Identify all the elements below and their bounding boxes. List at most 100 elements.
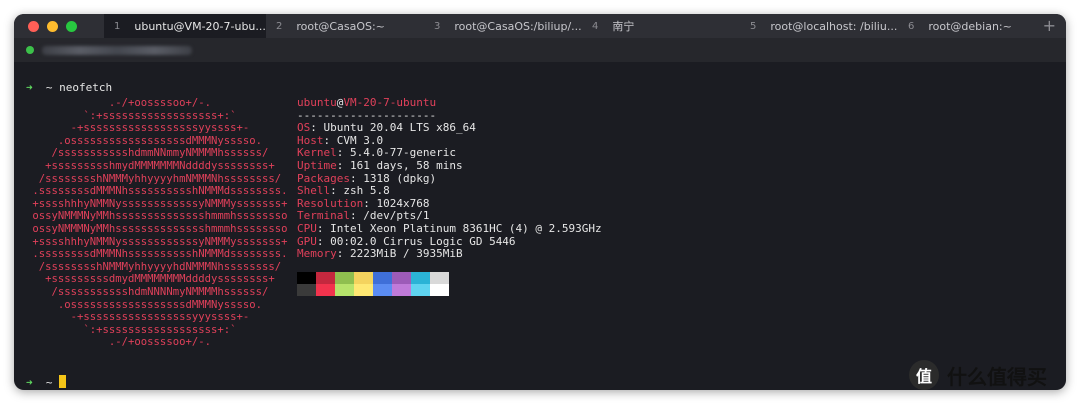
tab-title: root@debian:~	[928, 19, 1012, 33]
tab-3[interactable]: 3 root@CasaOS:/biliup/...	[424, 14, 582, 38]
tab-bar: 1 ubuntu@VM-20-7-ubu... 2 root@CasaOS:~ …	[14, 14, 1066, 38]
palette-swatch	[316, 272, 335, 284]
info-key: Packages	[297, 171, 350, 185]
palette-swatch	[430, 284, 449, 296]
palette-swatch	[373, 272, 392, 284]
logo-line: `:+ssssssssssssssssss+:`	[26, 109, 237, 122]
prompt-arrow: ➜	[26, 376, 33, 389]
prompt-arrow: ➜	[26, 81, 33, 94]
logo-line: ossyNMMMNyMMhsssssssssssssshmmmhssssssso	[26, 210, 288, 223]
logo-line: .ossssssssssssssssssdMMMNysssso.	[26, 298, 262, 311]
tab-2[interactable]: 2 root@CasaOS:~	[266, 14, 424, 38]
palette-swatch	[430, 272, 449, 284]
tab-number: 6	[908, 20, 915, 32]
tab-title: root@CasaOS:~	[296, 19, 385, 33]
minimize-button[interactable]	[47, 20, 58, 32]
tab-6[interactable]: 6 root@debian:~	[898, 14, 1038, 38]
logo-line: -+sssssssssssssssssyyyssss+-	[26, 311, 250, 324]
info-value: Ubuntu 20.04 LTS x86_64	[323, 121, 476, 135]
logo-line: /ssssssssssshdmmNNmmyNMMMMhssssss/	[26, 147, 269, 160]
smzdm-logo-icon: 值	[909, 360, 939, 390]
palette-swatch	[297, 284, 316, 296]
palette-swatch	[411, 272, 430, 284]
logo-glyph: 值	[915, 367, 932, 386]
info-key: OS	[297, 121, 311, 135]
new-tab-button[interactable]: +	[1043, 16, 1056, 35]
info-value: 5.4.0-77-generic	[350, 146, 456, 160]
info-row: Memory: 2223MiB / 3935MiB	[297, 247, 463, 261]
info-key: Memory	[297, 247, 337, 261]
tab-title: 南宁	[612, 20, 635, 33]
tab-title: root@localhost: /biliu...	[770, 19, 898, 33]
tab-number: 3	[434, 20, 441, 32]
info-value: Intel Xeon Platinum 8361HC (4) @ 2.593GH…	[330, 221, 602, 235]
smzdm-watermark: 值 什么值得买	[909, 360, 1047, 390]
palette-swatch	[373, 284, 392, 296]
text-cursor	[59, 375, 67, 388]
palette-swatch	[335, 272, 354, 284]
info-key: Terminal	[297, 209, 350, 223]
palette-swatch	[297, 272, 316, 284]
host-status-dot	[26, 46, 34, 54]
logo-line: .ossssssssssssssssssdMMMNysssso.	[26, 134, 262, 147]
zoom-button[interactable]	[66, 20, 77, 32]
tab-5[interactable]: 5 root@localhost: /biliu...	[740, 14, 898, 38]
palette-swatch	[335, 284, 354, 296]
info-value: /dev/pts/1	[363, 209, 430, 223]
info-key: Shell	[297, 184, 331, 198]
tab-title: ubuntu@VM-20-7-ubu...	[134, 19, 266, 33]
info-key: CPU	[297, 221, 317, 235]
command-line: ➜ ~ neofetch	[26, 81, 113, 95]
tab-title: root@CasaOS:/biliup/...	[454, 19, 582, 33]
info-value: 00:02.0 Cirrus Logic GD 5446	[330, 234, 516, 248]
info-key: Uptime	[297, 158, 337, 172]
tab-number: 1	[114, 20, 121, 32]
palette-swatch	[392, 284, 411, 296]
ubuntu-ascii-logo: .-/+oossssoo+/-. `:+ssssssssssssssssss+:…	[26, 97, 288, 349]
prompt-dir: ~	[45, 81, 53, 94]
system-info: ubuntu@VM-20-7-ubuntu ------------------…	[297, 96, 602, 261]
blurred-host-address	[42, 45, 192, 55]
palette-swatch	[354, 272, 373, 284]
info-value: 1318 (dpkg)	[363, 171, 437, 185]
host-name: VM-20-7-ubuntu	[343, 96, 437, 109]
info-key: Kernel	[297, 146, 337, 160]
tab-number: 4	[592, 20, 599, 32]
user-name: ubuntu	[297, 96, 337, 109]
terminal-window: 1 ubuntu@VM-20-7-ubu... 2 root@CasaOS:~ …	[14, 14, 1066, 390]
tab-4[interactable]: 4 南宁	[582, 14, 740, 38]
palette-swatch	[392, 272, 411, 284]
info-value: 2223MiB / 3935MiB	[350, 247, 463, 261]
color-palette	[297, 272, 449, 296]
info-value: zsh 5.8	[343, 184, 390, 198]
logo-line: +sssssssssdmydMMMMMMMMddddyssssssss+	[26, 273, 275, 286]
logo-line: /sssssssshNMMMyhhyyyyhdNMMMNhssssssss/	[26, 260, 282, 273]
tab-1[interactable]: 1 ubuntu@VM-20-7-ubu...	[104, 14, 266, 38]
logo-line: /ssssssssssshdmNNNNmyNMMMMhssssss/	[26, 285, 269, 298]
prompt-dir: ~	[45, 376, 53, 389]
command-text: neofetch	[59, 81, 113, 94]
watermark-text: 什么值得买	[947, 364, 1047, 389]
terminal-output[interactable]: ➜ ~ neofetch .-/+oossssoo+/-. `:+sssssss…	[14, 72, 1066, 390]
info-key: Host	[297, 133, 324, 147]
info-key: Resolution	[297, 196, 364, 210]
logo-line: .-/+oossssoo+/-.	[26, 336, 211, 349]
logo-line: ossyNMMMNyMMhsssssssssssssshmmmhssssssso	[26, 222, 288, 235]
current-prompt[interactable]: ➜ ~	[26, 375, 67, 390]
user-host-line: ubuntu@VM-20-7-ubuntu	[297, 96, 602, 110]
logo-line: /sssssssshNMMMyhhyyyyhmNMMMNhssssssss/	[26, 172, 282, 185]
info-key: GPU	[297, 234, 317, 248]
logo-line: +ssssssssshmydMMMMMMMNddddyssssssss+	[26, 159, 275, 172]
logo-line: +sssshhhyNMMNyssssssssssssyNMMMysssssss+	[26, 197, 288, 210]
logo-line: -+ssssssssssssssssssyyssss+-	[26, 122, 250, 135]
tab-number: 2	[276, 20, 283, 32]
logo-line: .ssssssssdMMMNhsssssssssshNMMMdssssssss.	[26, 185, 288, 198]
info-value: CVM 3.0	[336, 133, 384, 147]
host-bar	[14, 38, 1066, 62]
close-button[interactable]	[28, 20, 39, 32]
logo-line: +sssshhhyNMMNyssssssssssssyNMMMysssssss+	[26, 235, 288, 248]
window-controls	[14, 20, 104, 32]
palette-swatch	[316, 284, 335, 296]
info-value: 161 days, 58 mins	[350, 158, 463, 172]
logo-line: `:+ssssssssssssssssss+:`	[26, 323, 237, 336]
